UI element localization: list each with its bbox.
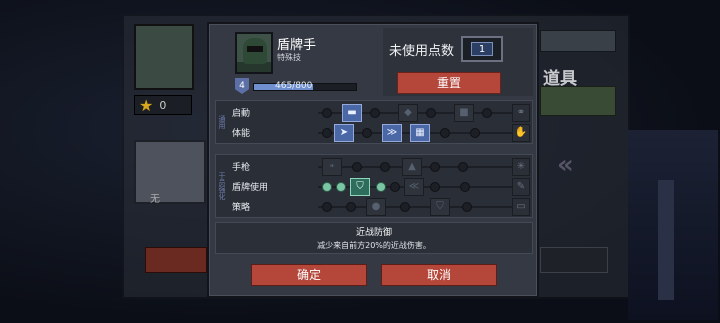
skill-row-label: 盾牌使用 [232,183,269,193]
skill-node[interactable] [322,128,332,138]
skill-node[interactable] [362,128,372,138]
skill-node-active[interactable] [376,182,386,192]
skill-row-startup: 启動 ▬ ◆ ■ ⚭ [230,103,532,123]
skill-group-general: 通用 启動 ▬ ◆ ■ ⚭ 体能 ➤ ≫ ▦ ✋ [215,100,533,144]
skill-node[interactable] [430,182,440,192]
skill-node-active[interactable] [336,182,346,192]
skill-node[interactable] [460,182,470,192]
skill-node[interactable] [390,182,400,192]
chevrons-skill-icon[interactable]: ≪ [404,178,424,196]
swift-skill-icon[interactable]: ≫ [382,124,402,142]
skill-row-stamina: 体能 ➤ ≫ ▦ ✋ [230,123,532,143]
device-skill-icon[interactable]: ▭ [512,198,530,216]
cancel-button[interactable]: 取消 [381,264,497,286]
background-level-badge: ★ 0 [134,95,192,115]
character-header: 盾牌手 特殊技 4 465/800 [229,28,377,96]
skill-node[interactable] [322,202,332,212]
skill-node[interactable] [322,108,332,118]
background-weapon-label: 无 [150,194,160,205]
background-button [145,247,207,273]
guard-skill-icon[interactable]: ⛉ [430,198,450,216]
unused-points-label: 未使用点数 [389,44,455,59]
skill-row-label: 策略 [232,203,251,213]
confirm-button[interactable]: 确定 [251,264,367,286]
group-tag: 干员强化 [218,172,226,200]
skill-node[interactable] [458,162,468,172]
skill-node[interactable] [426,108,436,118]
skill-row-tactics: 策略 ● ⛉ ▭ [230,197,532,217]
background-top-right-box [540,30,616,52]
star-icon: ★ [139,95,154,115]
hat-skill-icon[interactable]: ▲ [402,158,422,176]
wrench-skill-icon[interactable]: ✎ [512,178,530,196]
dash-skill-icon[interactable]: ➤ [334,124,354,142]
background-night-scene [628,130,718,320]
skill-dialog: 盾牌手 特殊技 4 465/800 未使用点数 1 重置 通用 启動 ▬ ◆ ■… [207,22,539,298]
sprint-skill-icon[interactable]: ▬ [342,104,362,122]
skill-node[interactable] [352,162,362,172]
skill-row-label: 启動 [232,109,251,119]
armor-skill-icon[interactable]: ◆ [398,104,418,122]
character-name: 盾牌手 [277,38,317,53]
skill-group-operator: 干员强化 手枪 ⁍ ▲ ✳ 盾牌使用 ⛉ ≪ ✎ 策略 ● ⛉ ▭ [215,154,533,218]
glove-skill-icon[interactable]: ✋ [512,124,530,142]
skill-node[interactable] [482,108,492,118]
skill-node[interactable] [380,162,390,172]
group-tag: 通用 [218,115,226,129]
character-subtitle: 特殊技 [277,53,301,62]
skill-node[interactable] [462,202,472,212]
description-text: 减少来自前方20%的近战伤害。 [317,241,431,250]
skill-node-active[interactable] [322,182,332,192]
character-portrait [235,32,273,74]
background-input-box [540,247,608,273]
grenade-skill-icon[interactable]: ● [366,198,386,216]
background-items-box [540,86,616,116]
background-weapon-slot [134,140,206,204]
level-badge: 4 [235,78,249,94]
box-skill-icon[interactable]: ■ [454,104,474,122]
xp-text: 465/800 [275,81,313,91]
link-skill-icon[interactable]: ⚭ [512,104,530,122]
skill-node[interactable] [400,202,410,212]
skill-node[interactable] [470,128,480,138]
background-portrait [134,24,194,90]
skill-row-shield: 盾牌使用 ⛉ ≪ ✎ [230,177,532,197]
grid-skill-icon[interactable]: ▦ [410,124,430,142]
skill-node[interactable] [346,202,356,212]
unused-points-value: 1 [471,42,493,56]
description-title: 近战防御 [355,228,392,238]
skill-row-label: 体能 [232,129,251,139]
background-level-value: 0 [159,98,167,112]
skill-row-pistol: 手枪 ⁍ ▲ ✳ [230,157,532,177]
shield-skill-icon[interactable]: ⛉ [350,178,370,196]
skill-node[interactable] [430,162,440,172]
burst-skill-icon[interactable]: ✳ [512,158,530,176]
reset-button[interactable]: 重置 [397,72,501,94]
chevron-left-icon: « [557,150,574,180]
skill-node[interactable] [440,128,450,138]
points-panel: 未使用点数 1 重置 [383,28,533,96]
skill-node[interactable] [370,108,380,118]
unused-points-box: 1 [461,36,503,62]
skill-description: 近战防御 减少来自前方20%的近战伤害。 [215,222,533,254]
bullet-skill-icon[interactable]: ⁍ [322,158,342,176]
skill-row-label: 手枪 [232,163,251,173]
